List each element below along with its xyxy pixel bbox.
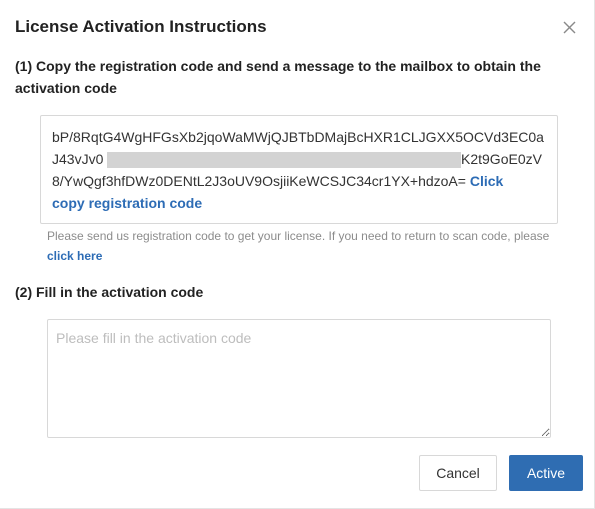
step2-heading: (2) Fill in the activation code (15, 284, 204, 300)
registration-code-line-1: bP/8RqtG4WgHFGsXb2jqoWaMWjQJBTbDMajBcHXR… (52, 129, 544, 145)
copy-registration-code-link[interactable]: copy registration code (52, 195, 202, 211)
copy-code-link-click[interactable]: Click (470, 173, 503, 189)
step1-heading: (1) Copy the registration code and send … (15, 58, 541, 96)
registration-code-line-2-start: J43vJv0 (52, 151, 104, 167)
copy-code-link-line: copy registration code (52, 192, 202, 214)
hint-text: Please send us registration code to get … (47, 226, 557, 266)
cancel-button[interactable]: Cancel (419, 455, 497, 491)
registration-code-line-2-end: K2t9GoE0zV (461, 151, 542, 167)
activation-code-input[interactable] (47, 319, 551, 438)
registration-code-line-3: 8/YwQgf3hfDWz0DENtL2J3oUV9OsjiiKeWCSJC34… (52, 170, 503, 192)
active-button[interactable]: Active (509, 455, 583, 491)
redacted-region (107, 152, 461, 168)
registration-code-box: bP/8RqtG4WgHFGsXb2jqoWaMWjQJBTbDMajBcHXR… (40, 115, 558, 224)
close-icon[interactable] (559, 17, 581, 39)
click-here-link[interactable]: click here (47, 249, 102, 263)
registration-code-line-3-text: 8/YwQgf3hfDWz0DENtL2J3oUV9OsjiiKeWCSJC34… (52, 173, 466, 189)
license-activation-dialog: License Activation Instructions (1) Copy… (0, 0, 595, 509)
hint-message: Please send us registration code to get … (47, 229, 550, 243)
dialog-title: License Activation Instructions (15, 17, 267, 36)
